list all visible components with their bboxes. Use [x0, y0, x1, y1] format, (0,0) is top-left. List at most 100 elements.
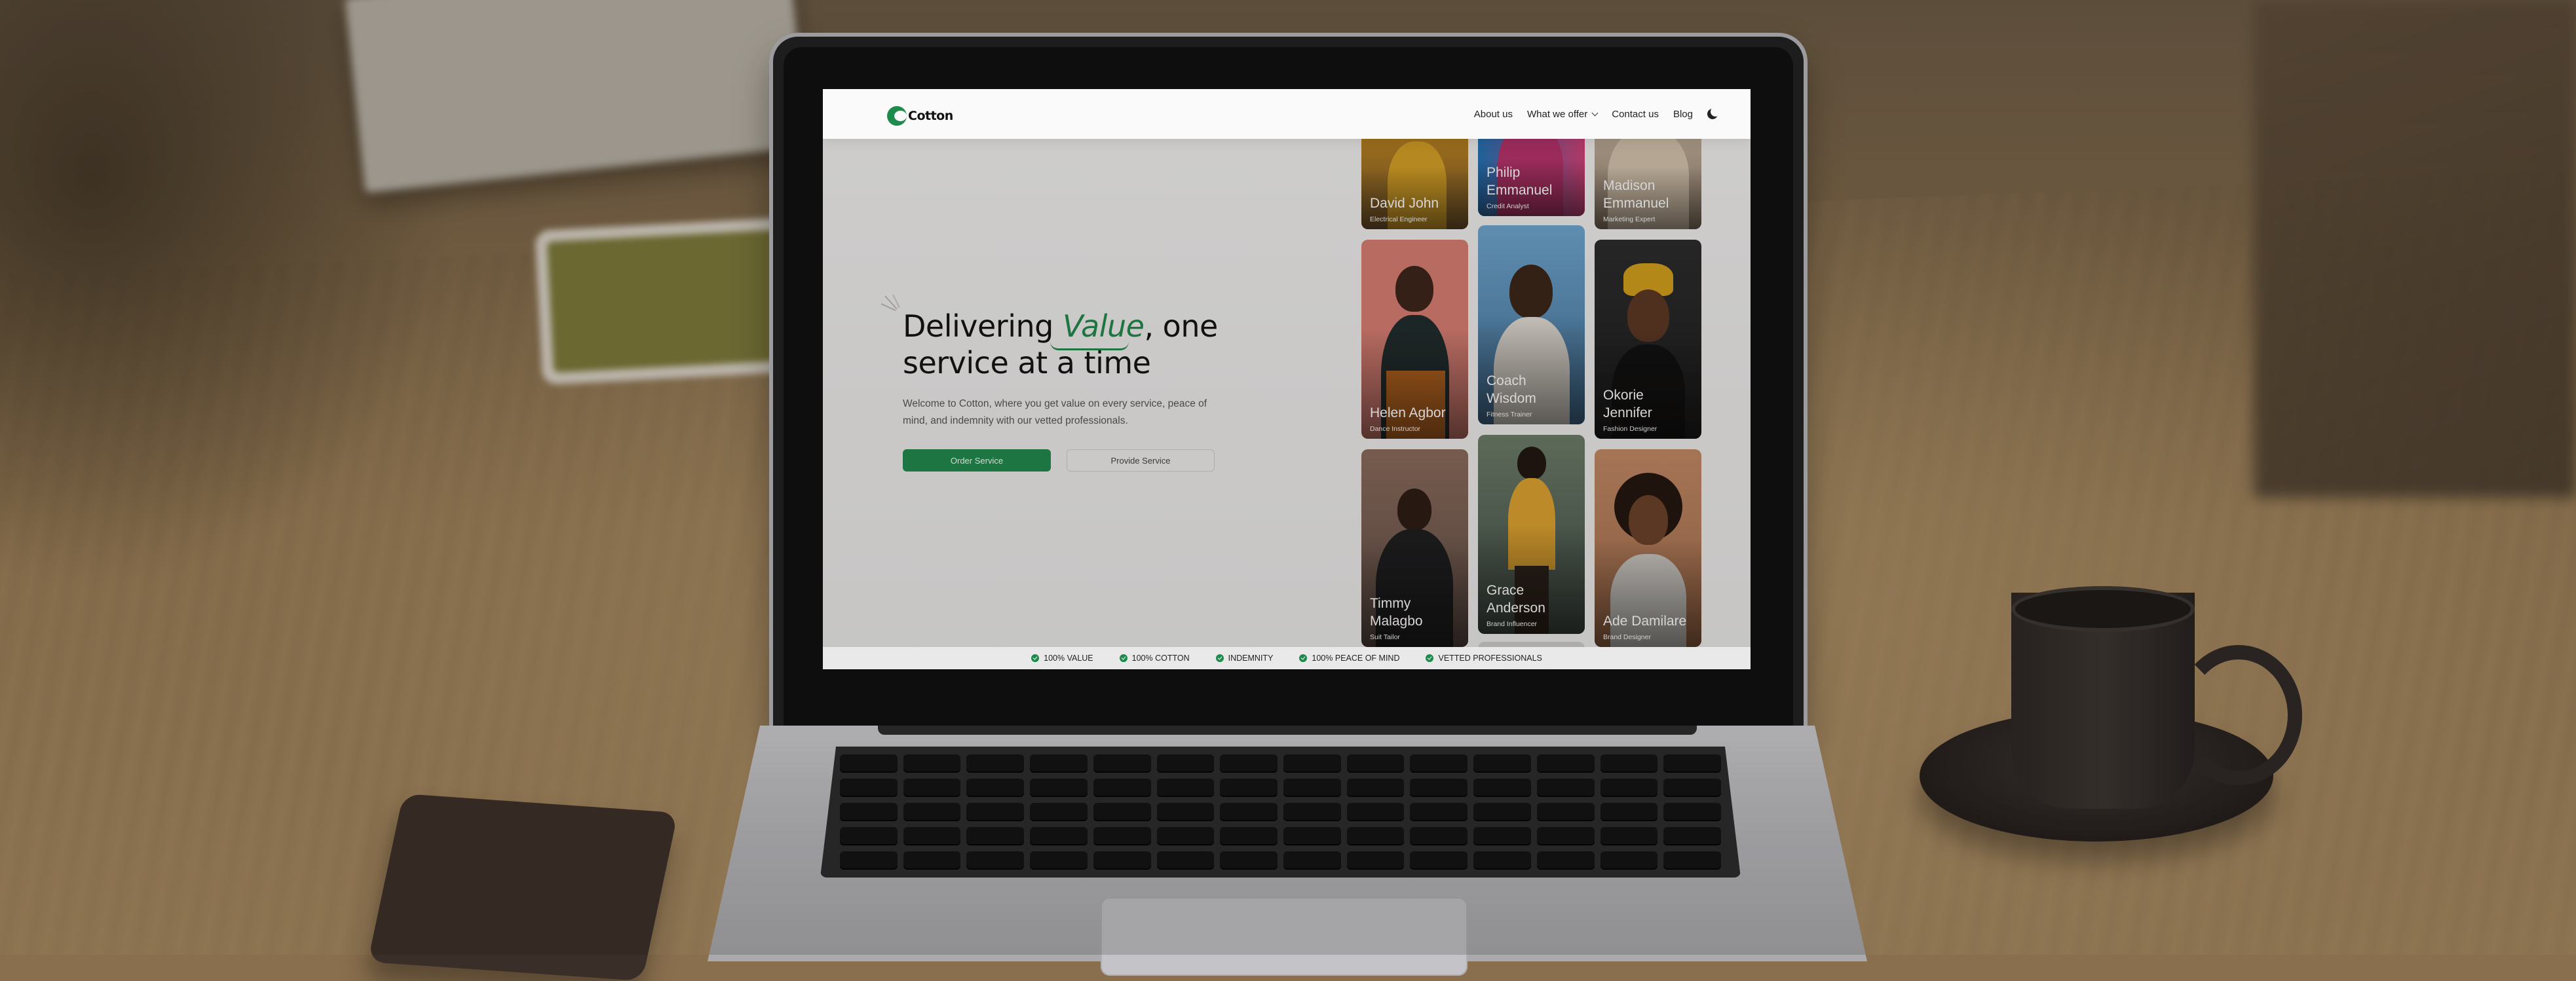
laptop-trackpad — [1101, 897, 1468, 976]
keyboard-key — [1283, 851, 1341, 870]
keyboard-key — [1220, 779, 1278, 797]
nav-about[interactable]: About us — [1474, 109, 1513, 120]
keyboard-key — [1093, 827, 1151, 845]
keyboard-key — [1030, 827, 1088, 845]
keyboard-key — [840, 779, 898, 797]
keyboard-key — [1220, 827, 1278, 845]
keyboard-key — [1346, 827, 1405, 845]
person-role: Marketing Expert — [1603, 215, 1656, 223]
person-card-timmy-malagbo[interactable]: Timmy Malagbo Suit Tailor — [1361, 449, 1468, 647]
person-name: David John — [1370, 196, 1439, 211]
keyboard-key — [966, 851, 1025, 870]
person-role: Fitness Trainer — [1487, 411, 1532, 418]
keyboard-key — [1473, 754, 1531, 773]
person-card-ade-damilare[interactable]: Ade Damilare Brand Designer — [1595, 449, 1701, 647]
keyboard-key — [1600, 754, 1658, 773]
person-card-okorie-jennifer[interactable]: Okorie Jennifer Fashion Designer — [1595, 240, 1701, 439]
keyboard-key — [1536, 827, 1595, 845]
person-role: Brand Influencer — [1487, 620, 1538, 628]
person-role: Brand Designer — [1603, 633, 1651, 641]
keyboard-key — [1156, 827, 1215, 845]
check-circle-icon — [1119, 654, 1127, 662]
ticker-item: 100% PEACE OF MIND — [1299, 654, 1399, 663]
keyboard-key — [1473, 779, 1531, 797]
cotton-logo-icon — [887, 106, 907, 126]
keyboard-key — [1663, 754, 1721, 773]
person-name: Ade Damilare — [1603, 614, 1687, 629]
person-role: Fashion Designer — [1603, 425, 1657, 433]
person-name: Timmy Malagbo — [1370, 596, 1423, 629]
person-card-coach-wisdom[interactable]: Coach Wisdom Fitness Trainer — [1478, 225, 1585, 424]
photo-shade — [1478, 314, 1585, 424]
keyboard-key — [966, 803, 1025, 821]
keyboard-key — [1283, 803, 1341, 821]
keyboard-key — [1473, 827, 1531, 845]
person-name: Philip Emmanuel — [1487, 165, 1553, 198]
keyboard-key — [1093, 779, 1151, 797]
chair — [2254, 0, 2576, 498]
person-role: Dance Instructor — [1370, 425, 1421, 433]
keyboard-key — [1093, 803, 1151, 821]
smartphone — [368, 793, 678, 981]
keyboard-key — [903, 851, 961, 870]
person-figure — [1509, 265, 1553, 318]
hero-title-accent: Value — [1062, 308, 1145, 344]
hero-buttons: Order Service Provide Service — [903, 449, 1257, 472]
keyboard-key — [1030, 754, 1088, 773]
provide-service-button[interactable]: Provide Service — [1067, 449, 1215, 472]
nav-blog[interactable]: Blog — [1673, 109, 1693, 120]
dark-mode-moon-icon[interactable] — [1707, 107, 1720, 119]
order-service-button[interactable]: Order Service — [903, 449, 1051, 472]
keyboard-key — [1536, 851, 1595, 870]
ticker-item: VETTED PROFESSIONALS — [1426, 654, 1542, 663]
keyboard-key — [840, 754, 898, 773]
laptop-hinge — [878, 726, 1697, 735]
keyboard-key — [1220, 851, 1278, 870]
ticker-label: 100% PEACE OF MIND — [1312, 654, 1400, 663]
person-figure — [1629, 495, 1668, 545]
keyboard-key — [1663, 803, 1721, 821]
main-nav: About us What we offer Contact us Blog — [1474, 89, 1720, 139]
person-name: Okorie Jennifer — [1603, 388, 1652, 420]
keyboard-key — [840, 803, 898, 821]
keyboard-key — [966, 827, 1025, 845]
ticker-item: INDEMNITY — [1215, 654, 1273, 663]
keyboard-key — [1410, 754, 1468, 773]
coffee-cup-handle — [2175, 645, 2302, 785]
keyboard-key — [1410, 827, 1468, 845]
person-role: Electrical Engineer — [1370, 215, 1428, 223]
keyboard-key — [1283, 827, 1341, 845]
keyboard-key — [1410, 803, 1468, 821]
keyboard-key — [1410, 851, 1468, 870]
check-circle-icon — [1215, 654, 1224, 662]
keyboard-key — [1600, 779, 1658, 797]
hero-description: Welcome to Cotton, where you get value o… — [903, 398, 1207, 426]
nav-contact[interactable]: Contact us — [1612, 109, 1659, 120]
keyboard-key — [1600, 803, 1658, 821]
keyboard-key — [1346, 754, 1405, 773]
keyboard-key — [903, 779, 961, 797]
keyboard-key — [840, 827, 898, 845]
ticker-label: 100% VALUE — [1044, 654, 1093, 663]
coffee-cup-rim — [2011, 586, 2195, 632]
keyboard-key — [903, 754, 961, 773]
ticker-item: 100% VALUE — [1031, 654, 1093, 663]
keyboard-key — [1156, 754, 1215, 773]
person-card-grace-anderson[interactable]: Grace Anderson Brand Influencer — [1478, 435, 1585, 634]
keyboard-key — [1030, 779, 1088, 797]
check-circle-icon — [1299, 654, 1308, 662]
nav-what-we-offer[interactable]: What we offer — [1526, 108, 1599, 120]
photo-shade — [1361, 538, 1468, 647]
keyboard-key — [1410, 779, 1468, 797]
nav-what-we-offer-label: What we offer — [1526, 108, 1588, 120]
hero-title-start: Delivering — [903, 308, 1063, 344]
logo[interactable]: Cotton — [887, 106, 953, 126]
person-card-helen-agbor[interactable]: Helen Agbor Dance Instructor — [1361, 240, 1468, 439]
laptop-screen: Cotton About us What we offer Contact us… — [823, 89, 1751, 669]
logo-text: Cotton — [908, 109, 953, 123]
keyboard-key — [1473, 803, 1531, 821]
person-figure — [1395, 266, 1433, 312]
keyboard-key — [903, 803, 961, 821]
keyboard-key — [1663, 779, 1721, 797]
laptop-keyboard — [820, 747, 1741, 878]
